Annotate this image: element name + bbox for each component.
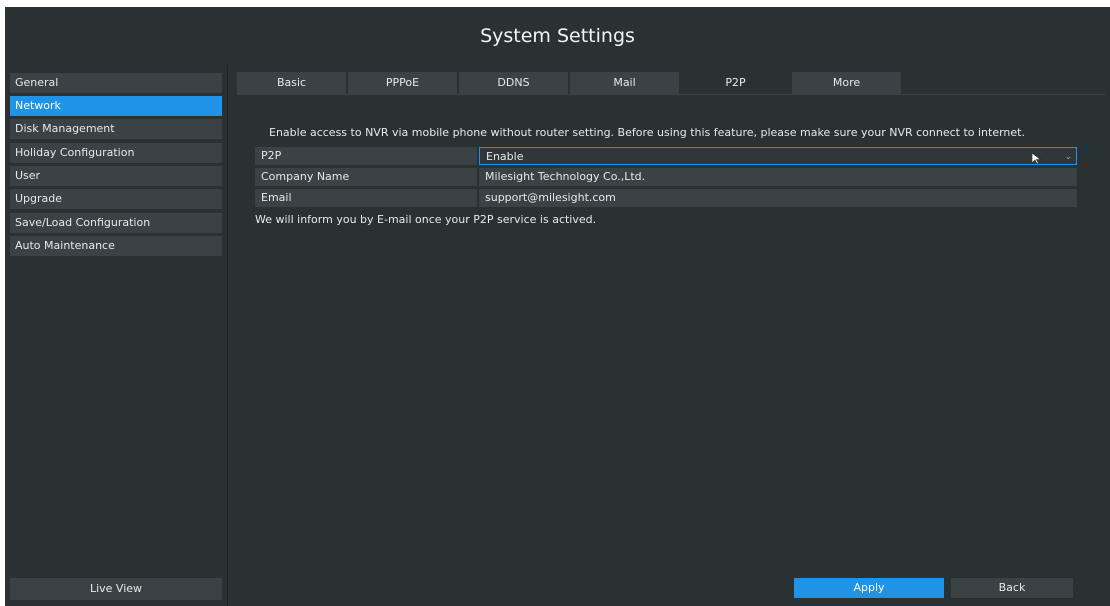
tab-pppoe[interactable]: PPPoE bbox=[348, 72, 457, 94]
mouse-cursor-icon bbox=[1032, 153, 1042, 165]
email-value: support@milesight.com bbox=[479, 189, 1077, 207]
system-settings-window: System Settings General Network Disk Man… bbox=[5, 7, 1110, 606]
sidebar-item-auto-maintenance[interactable]: Auto Maintenance bbox=[10, 236, 222, 256]
tab-mail[interactable]: Mail bbox=[570, 72, 679, 94]
tab-bar: Basic PPPoE DDNS Mail P2P More bbox=[237, 72, 1105, 94]
tab-divider bbox=[237, 94, 1105, 95]
tab-p2p[interactable]: P2P bbox=[681, 72, 790, 94]
sidebar-item-upgrade[interactable]: Upgrade bbox=[10, 189, 222, 209]
p2p-note-text: We will inform you by E-mail once your P… bbox=[255, 213, 597, 226]
back-button[interactable]: Back bbox=[951, 578, 1073, 598]
apply-button[interactable]: Apply bbox=[794, 578, 944, 598]
sidebar-item-general[interactable]: General bbox=[10, 73, 222, 93]
sidebar-item-holiday-configuration[interactable]: Holiday Configuration bbox=[10, 143, 222, 163]
company-name-label: Company Name bbox=[255, 168, 477, 186]
tab-ddns[interactable]: DDNS bbox=[459, 72, 568, 94]
p2p-select-value: Enable bbox=[486, 150, 524, 163]
email-label: Email bbox=[255, 189, 477, 207]
chevron-down-icon: ⌄ bbox=[1064, 152, 1072, 162]
sidebar-item-disk-management[interactable]: Disk Management bbox=[10, 119, 222, 139]
tab-basic[interactable]: Basic bbox=[237, 72, 346, 94]
p2p-intro-text: Enable access to NVR via mobile phone wi… bbox=[269, 126, 1025, 139]
window-title: System Settings bbox=[480, 25, 635, 47]
sidebar-item-user[interactable]: User bbox=[10, 166, 222, 186]
live-view-button[interactable]: Live View bbox=[10, 578, 222, 600]
sidebar-item-save-load-configuration[interactable]: Save/Load Configuration bbox=[10, 213, 222, 233]
p2p-select[interactable]: Enable ⌄ bbox=[479, 147, 1077, 165]
sidebar: General Network Disk Management Holiday … bbox=[5, 65, 228, 606]
p2p-label: P2P bbox=[255, 147, 477, 165]
tab-more[interactable]: More bbox=[792, 72, 901, 94]
company-name-value: Milesight Technology Co.,Ltd. bbox=[479, 168, 1077, 186]
sidebar-item-network[interactable]: Network bbox=[10, 96, 222, 116]
